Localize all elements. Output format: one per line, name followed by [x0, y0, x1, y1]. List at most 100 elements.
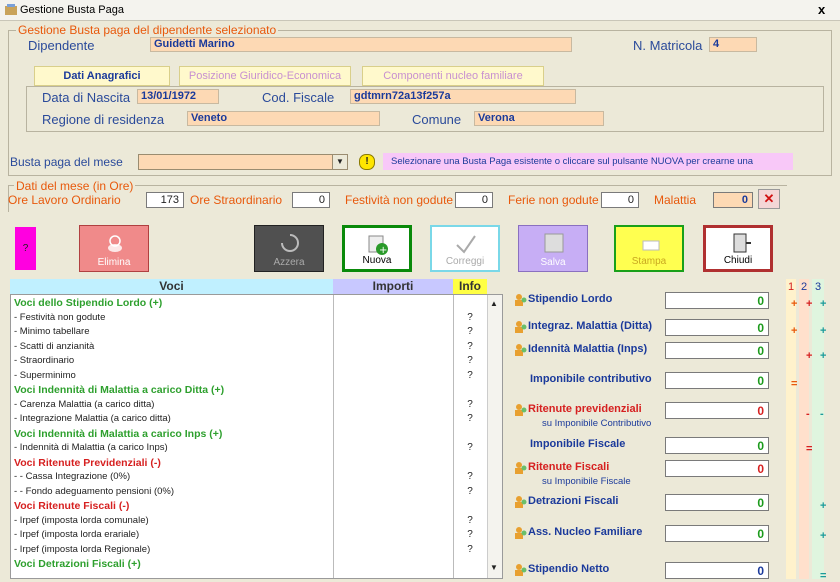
table-row[interactable]: Voci Detrazioni Fiscali (+) [11, 557, 487, 572]
table-row[interactable]: - Straordinario? [11, 354, 487, 369]
importo-cell[interactable] [333, 543, 453, 558]
info-cell [453, 499, 487, 514]
importo-cell[interactable] [333, 427, 453, 442]
info-cell[interactable]: ? [453, 441, 487, 456]
tab-nucleo-familiare[interactable]: Componenti nucleo familiare [362, 66, 544, 86]
table-row[interactable]: Voci Indennità di Malattia a carico Inps… [11, 427, 487, 442]
info-cell[interactable]: ? [453, 412, 487, 427]
close-window-button[interactable]: x [818, 2, 825, 17]
importo-cell[interactable] [333, 325, 453, 340]
info-cell [453, 383, 487, 398]
table-row[interactable]: Voci Ritenute Fiscali (-) [11, 499, 487, 514]
matricola-label: N. Matricola [633, 38, 703, 53]
app-icon [5, 4, 17, 15]
importo-cell[interactable] [333, 354, 453, 369]
comune-field[interactable]: Verona [474, 111, 604, 126]
info-cell[interactable]: ? [453, 398, 487, 413]
table-row[interactable]: - Scatti di anzianità? [11, 340, 487, 355]
info-cell[interactable]: ? [453, 485, 487, 500]
info-cell[interactable]: ? [453, 354, 487, 369]
straordinario-input[interactable]: 0 [292, 192, 330, 208]
detrazioni-fiscali-value: 0 [665, 494, 769, 511]
importo-cell[interactable] [333, 441, 453, 456]
help-button[interactable]: ? [15, 227, 36, 270]
elimina-button[interactable]: Elimina [79, 225, 149, 272]
azzera-button[interactable]: Azzera [254, 225, 324, 272]
detrazioni-fiscali-number: 0 [757, 496, 764, 510]
table-row[interactable]: - Superminimo? [11, 369, 487, 384]
info-cell[interactable]: ? [453, 543, 487, 558]
table-row[interactable]: - Festività non godute? [11, 311, 487, 326]
dipendente-label: Dipendente [28, 38, 95, 53]
nuova-label: Nuova [362, 255, 392, 266]
table-row[interactable]: - Indennità di Malattia (a carico Inps)? [11, 441, 487, 456]
importo-cell[interactable] [333, 470, 453, 485]
regione-field[interactable]: Veneto [187, 111, 380, 126]
window-title: Gestione Busta Paga [20, 4, 124, 16]
nascita-field[interactable]: 13/01/1972 [137, 89, 219, 104]
tab-posizione-giuridico[interactable]: Posizione Giuridico-Economica [179, 66, 351, 86]
detrazioni-fiscali-label: Detrazioni Fiscali [528, 495, 619, 507]
info-cell[interactable]: ? [453, 528, 487, 543]
malattia-clear-button[interactable]: ✕ [758, 189, 780, 209]
voci-grid[interactable]: Voci dello Stipendio Lordo (+) - Festivi… [10, 294, 503, 579]
festivita-input[interactable]: 0 [455, 192, 493, 208]
importo-cell[interactable] [333, 398, 453, 413]
ritenute-previdenziali-sub: su Imponibile Contributivo [542, 418, 652, 429]
importo-cell[interactable] [333, 311, 453, 326]
importo-cell[interactable] [333, 528, 453, 543]
column-mark: = [820, 570, 827, 582]
table-row[interactable]: - - Fondo adeguamento pensioni (0%)? [11, 485, 487, 500]
info-cell[interactable]: ? [453, 325, 487, 340]
malattia-input[interactable]: 0 [713, 192, 753, 208]
importo-cell[interactable] [333, 456, 453, 471]
table-row[interactable]: Voci Indennità di Malattia a carico Ditt… [11, 383, 487, 398]
importo-cell[interactable] [333, 412, 453, 427]
column-marks: + + = + + - = + + + - + + = [780, 290, 840, 582]
importo-cell[interactable] [333, 369, 453, 384]
voce-label: - Irpef (imposta lorda erariale) [14, 529, 140, 540]
importo-cell[interactable] [333, 514, 453, 529]
nuova-button[interactable]: + Nuova [342, 225, 412, 272]
scroll-down-icon[interactable]: ▼ [490, 563, 498, 572]
ritenute-fiscali-sub: su Imponibile Fiscale [542, 476, 631, 487]
info-cell[interactable]: ? [453, 514, 487, 529]
table-row[interactable]: - Irpef (imposta lorda comunale)? [11, 514, 487, 529]
importo-cell[interactable] [333, 383, 453, 398]
importo-cell[interactable] [333, 296, 453, 311]
table-row[interactable]: - Minimo tabellare? [11, 325, 487, 340]
chevron-down-icon[interactable]: ▼ [332, 155, 347, 169]
grid-scrollbar[interactable]: ▲ ▼ [487, 295, 502, 578]
info-cell[interactable]: ? [453, 470, 487, 485]
info-cell[interactable]: ? [453, 369, 487, 384]
table-row[interactable]: - Irpef (imposta lorda Regionale)? [11, 543, 487, 558]
importo-cell[interactable] [333, 485, 453, 500]
people-icon [514, 403, 527, 416]
matricola-field[interactable]: 4 [709, 37, 757, 52]
table-row[interactable]: - Integrazione Malattia (a carico ditta)… [11, 412, 487, 427]
busta-select[interactable]: ▼ [138, 154, 348, 170]
correggi-button[interactable]: Correggi [430, 225, 500, 272]
tab-dati-anagrafici[interactable]: Dati Anagrafici [34, 66, 170, 86]
ordinario-input[interactable]: 173 [146, 192, 184, 208]
table-row[interactable]: - Carenza Malattia (a carico ditta)? [11, 398, 487, 413]
table-row[interactable]: - - Cassa Integrazione (0%)? [11, 470, 487, 485]
dipendente-field[interactable]: Guidetti Marino [150, 37, 572, 52]
stampa-button[interactable]: Stampa [614, 225, 684, 272]
table-row[interactable]: Voci Ritenute Previdenziali (-) [11, 456, 487, 471]
salva-button[interactable]: Salva [518, 225, 588, 272]
chiudi-button[interactable]: Chiudi [703, 225, 773, 272]
table-row[interactable]: Voci dello Stipendio Lordo (+) [11, 296, 487, 311]
voce-label: - Scatti di anzianità [14, 340, 95, 352]
importo-cell[interactable] [333, 499, 453, 514]
codfisc-field[interactable]: gdtmrn72a13f257a [350, 89, 576, 104]
importo-cell[interactable] [333, 340, 453, 355]
ritenute-previdenziali-label: Ritenute previdenziali [528, 403, 642, 415]
info-cell[interactable]: ? [453, 311, 487, 326]
table-row[interactable]: - Irpef (imposta lorda erariale)? [11, 528, 487, 543]
ferie-input[interactable]: 0 [601, 192, 639, 208]
voce-label: - Irpef (imposta lorda comunale) [14, 514, 149, 526]
scroll-up-icon[interactable]: ▲ [490, 299, 498, 308]
info-cell[interactable]: ? [453, 340, 487, 355]
importo-cell[interactable] [333, 557, 453, 572]
